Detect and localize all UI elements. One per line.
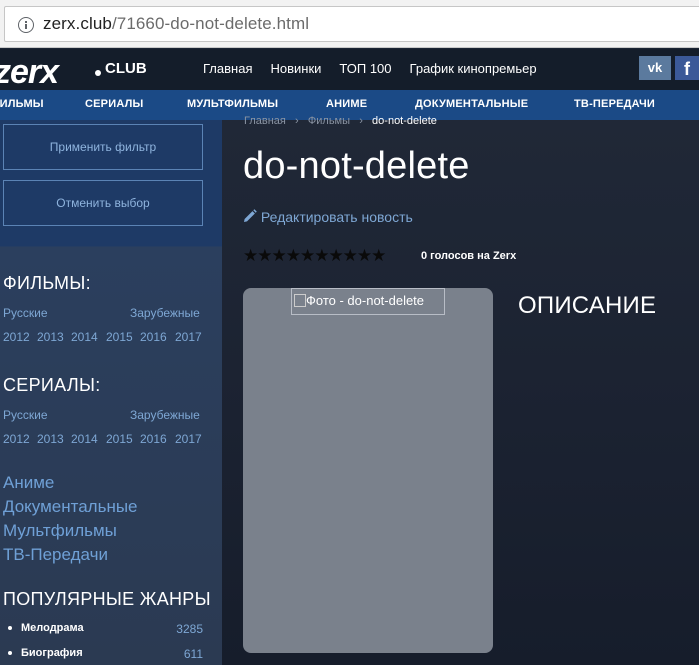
broken-image-icon bbox=[294, 294, 306, 307]
vk-icon[interactable]: vk bbox=[639, 56, 671, 80]
category-cartoons[interactable]: МУЛЬТФИЛЬМЫ bbox=[187, 98, 278, 110]
site-logo[interactable]: zerx bbox=[0, 53, 59, 92]
url-text[interactable]: zerx.club/71660-do-not-delete.html bbox=[43, 14, 309, 34]
genre-name: Мелодрама bbox=[21, 622, 84, 634]
series-year-link[interactable]: 2013 bbox=[37, 432, 64, 446]
genres-heading: ПОПУЛЯРНЫЕ ЖАНРЫ bbox=[3, 589, 211, 609]
films-year-link[interactable]: 2016 bbox=[140, 330, 167, 344]
sidebar-link-anime[interactable]: Аниме bbox=[3, 473, 54, 493]
films-year-link[interactable]: 2015 bbox=[106, 330, 133, 344]
breadcrumb-films[interactable]: Фильмы bbox=[308, 115, 350, 127]
nav-premieres[interactable]: График кинопремьер bbox=[410, 61, 537, 76]
nav-home[interactable]: Главная bbox=[203, 61, 252, 76]
genre-item[interactable]: Биография 611 bbox=[8, 647, 203, 661]
reset-filter-button[interactable]: Отменить выбор bbox=[3, 180, 203, 226]
logo-suffix: CLUB bbox=[105, 60, 147, 77]
info-icon[interactable] bbox=[18, 17, 34, 33]
series-year-link[interactable]: 2015 bbox=[106, 432, 133, 446]
series-year-link[interactable]: 2016 bbox=[140, 432, 167, 446]
pencil-icon bbox=[244, 209, 257, 222]
browser-toolbar: zerx.club/71660-do-not-delete.html bbox=[0, 0, 699, 48]
url-host: zerx.club bbox=[43, 14, 112, 33]
breadcrumb-home[interactable]: Главная bbox=[244, 115, 286, 127]
bullet-icon bbox=[8, 626, 12, 631]
top-nav: Главная Новинки ТОП 100 График кинопремь… bbox=[203, 61, 555, 76]
series-year-link[interactable]: 2012 bbox=[3, 432, 30, 446]
chevron-right-icon: › bbox=[353, 115, 369, 127]
address-bar[interactable]: zerx.club/71660-do-not-delete.html bbox=[4, 6, 699, 42]
facebook-icon[interactable]: f bbox=[675, 56, 699, 80]
films-year-link[interactable]: 2017 bbox=[175, 330, 202, 344]
sidebar-link-documentary[interactable]: Документальные bbox=[3, 497, 138, 517]
films-foreign-link[interactable]: Зарубежные bbox=[130, 306, 200, 320]
genre-count: 3285 bbox=[176, 622, 203, 636]
breadcrumb-current: do-not-delete bbox=[372, 115, 437, 127]
category-documentary[interactable]: ДОКУМЕНТАЛЬНЫЕ bbox=[415, 98, 528, 110]
sidebar-link-tv[interactable]: ТВ-Передачи bbox=[3, 545, 108, 565]
nav-top100[interactable]: ТОП 100 bbox=[339, 61, 391, 76]
films-year-link[interactable]: 2012 bbox=[3, 330, 30, 344]
edit-news-link[interactable]: Редактировать новость bbox=[243, 209, 413, 225]
category-tv[interactable]: ТВ-ПЕРЕДАЧИ bbox=[574, 98, 655, 110]
series-year-link[interactable]: 2014 bbox=[71, 432, 98, 446]
apply-filter-button[interactable]: Применить фильтр bbox=[3, 124, 203, 170]
category-anime[interactable]: АНИМЕ bbox=[326, 98, 367, 110]
url-path: /71660-do-not-delete.html bbox=[111, 14, 310, 33]
votes-count: 0 голосов на Zerx bbox=[421, 250, 517, 262]
genre-name: Биография bbox=[21, 647, 83, 659]
bullet-icon bbox=[8, 651, 12, 656]
series-foreign-link[interactable]: Зарубежные bbox=[130, 408, 200, 422]
broken-image-alt: Фото - do-not-delete bbox=[291, 288, 445, 315]
sidebar-link-cartoons[interactable]: Мультфильмы bbox=[3, 521, 117, 541]
series-year-link[interactable]: 2017 bbox=[175, 432, 202, 446]
films-year-link[interactable]: 2013 bbox=[37, 330, 64, 344]
genre-count: 611 bbox=[183, 647, 203, 661]
rating-stars[interactable]: ★★★★★★★★★★ bbox=[243, 246, 386, 266]
category-films[interactable]: ФИЛЬМЫ bbox=[0, 98, 44, 110]
description-heading: ОПИСАНИЕ bbox=[518, 292, 657, 319]
series-heading: СЕРИАЛЫ: bbox=[3, 375, 101, 395]
site-header: zerx CLUB Главная Новинки ТОП 100 График… bbox=[0, 49, 699, 92]
poster-image: Фото - do-not-delete bbox=[243, 288, 493, 653]
sidebar: Применить фильтр Отменить выбор ФИЛЬМЫ: … bbox=[0, 120, 222, 665]
genre-item[interactable]: Мелодрама 3285 bbox=[8, 622, 203, 636]
films-russian-link[interactable]: Русские bbox=[3, 306, 48, 320]
breadcrumb: Главная › Фильмы › do-not-delete bbox=[244, 115, 437, 127]
main-content: Главная › Фильмы › do-not-delete do-not-… bbox=[222, 115, 699, 665]
page-title: do-not-delete bbox=[243, 145, 470, 187]
series-russian-link[interactable]: Русские bbox=[3, 408, 48, 422]
logo-dot bbox=[95, 70, 101, 76]
films-heading: ФИЛЬМЫ: bbox=[3, 273, 91, 293]
films-year-link[interactable]: 2014 bbox=[71, 330, 98, 344]
nav-new[interactable]: Новинки bbox=[270, 61, 321, 76]
category-series[interactable]: СЕРИАЛЫ bbox=[85, 98, 144, 110]
edit-news-label: Редактировать новость bbox=[260, 209, 413, 225]
chevron-right-icon: › bbox=[288, 115, 305, 127]
